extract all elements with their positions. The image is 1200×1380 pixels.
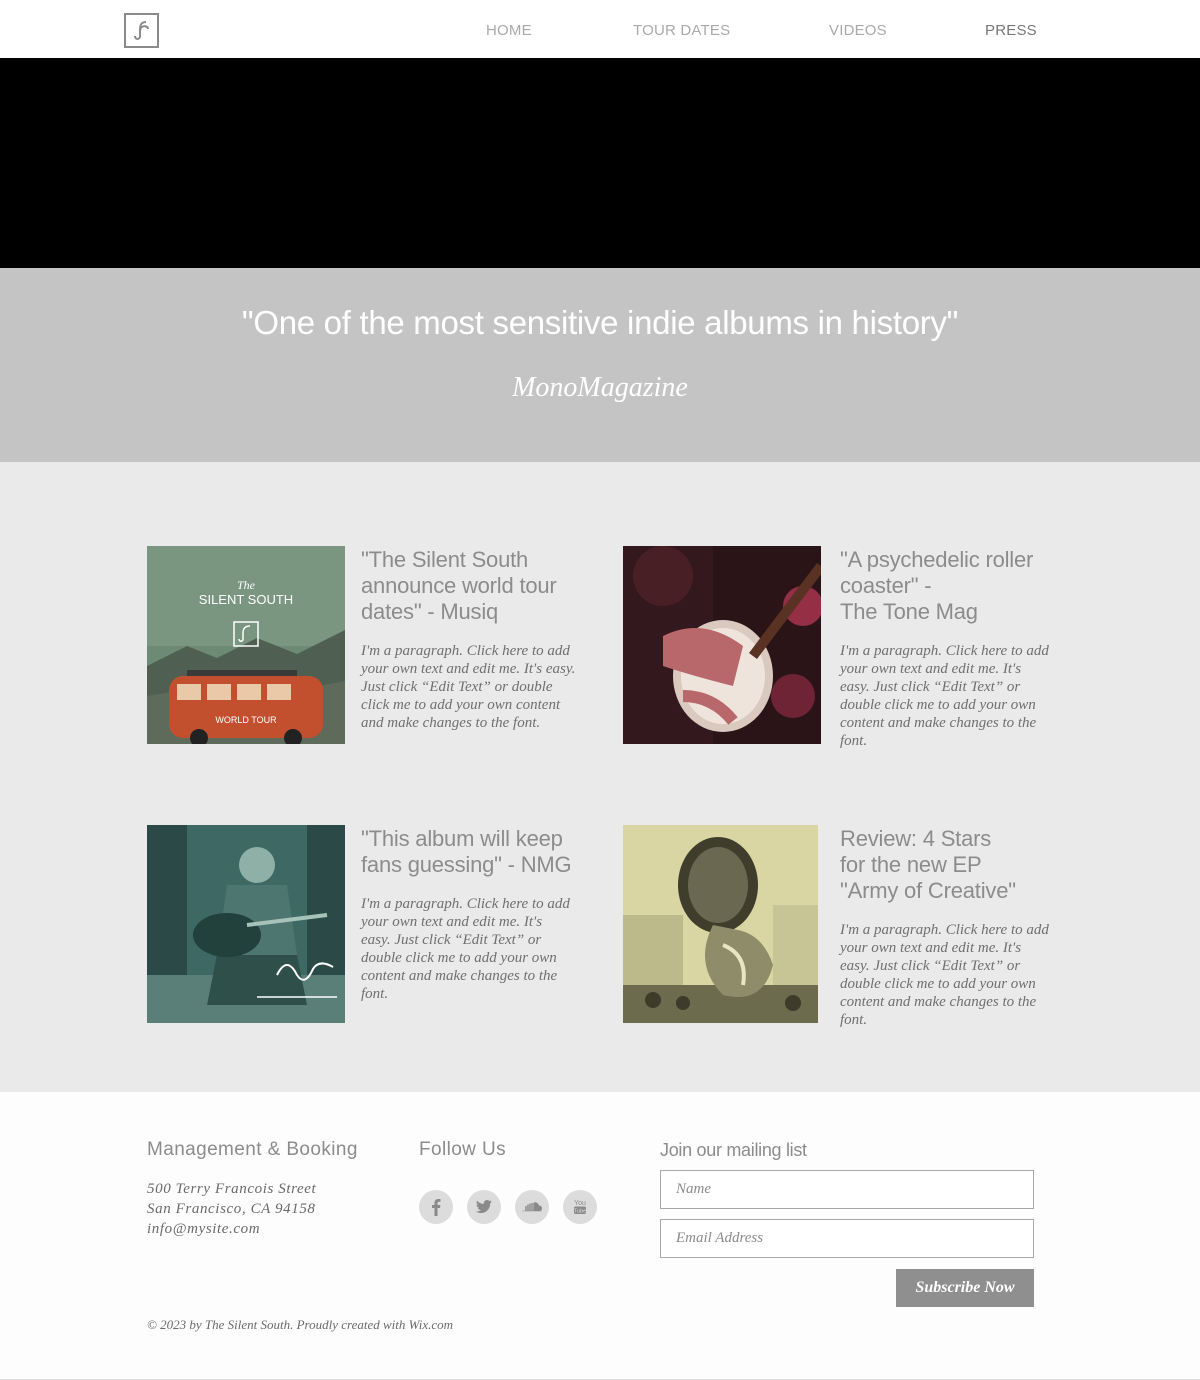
subscribe-button[interactable]: Subscribe Now [896, 1269, 1034, 1307]
banjo-player-image[interactable] [623, 546, 821, 744]
card-body-line: content and make changes to the [361, 968, 558, 984]
card-title-line: Review: 4 Stars [840, 826, 992, 851]
card-body-line: I'm a paragraph. Click here to add [840, 643, 1049, 659]
quote-source: MonoMagazine [512, 372, 688, 403]
nav-tour-dates[interactable]: TOUR DATES [633, 22, 730, 39]
hero-video-area[interactable] [0, 58, 1200, 268]
follow-heading: Follow Us [419, 1139, 507, 1160]
management-heading: Management & Booking [147, 1139, 358, 1160]
card-paragraph: I'm a paragraph. Click here to add your … [361, 895, 606, 1003]
card-body-line: I'm a paragraph. Click here to add [840, 922, 1049, 938]
site-logo[interactable] [124, 13, 159, 48]
card-title[interactable]: "This album will keep fans guessing" - N… [361, 826, 601, 878]
card-title-line: "A psychedelic roller [840, 547, 1034, 572]
card-body-line: double click me to add your own [361, 950, 557, 966]
soundcloud-icon[interactable] [515, 1190, 549, 1224]
card-body-line: easy. Just click “Edit Text” or [840, 679, 1021, 695]
card-title-line: "The Silent South [361, 547, 529, 572]
card-title-line: "This album will keep [361, 826, 563, 851]
card-body-line: easy. Just click “Edit Text” or [840, 958, 1021, 974]
card-title-line: for the new EP [840, 852, 982, 877]
facebook-icon[interactable] [419, 1190, 453, 1224]
twitter-icon[interactable] [467, 1190, 501, 1224]
card-body-line: I'm a paragraph. Click here to add [361, 896, 570, 912]
album-cover-image[interactable]: The SILENT SOUTH WORLD TOUR [147, 546, 345, 744]
card-body-line: your own text and edit me. It's easy. [361, 661, 576, 677]
card-body-line: your own text and edit me. It's [840, 940, 1022, 956]
card-body-line: content and make changes to the [840, 994, 1037, 1010]
site-header: HOME TOUR DATES VIDEOS PRESS [0, 0, 1200, 58]
address-block: 500 Terry Francois Street San Francisco,… [147, 1179, 316, 1239]
copyright-text: © 2023 by The Silent South. Proudly crea… [147, 1317, 454, 1332]
logo-mark-icon [134, 21, 149, 40]
card-body-line: click me to add your own content [361, 697, 561, 713]
card-title-line: dates" - Musiq [361, 599, 499, 624]
card-body-line: your own text and edit me. It's [840, 661, 1022, 677]
card-body-line: and make changes to the font. [361, 715, 541, 731]
card-body-line: easy. Just click “Edit Text” or [361, 932, 542, 948]
card-title-line: "Army of Creative" [840, 878, 1016, 903]
card-paragraph: I'm a paragraph. Click here to add your … [361, 642, 606, 732]
cover-tour-text: WORLD TOUR [215, 715, 277, 725]
card-title-line: fans guessing" - NMG [361, 852, 572, 877]
guitarist-image[interactable] [147, 825, 345, 1023]
svg-text:Tube: Tube [574, 1209, 586, 1215]
card-body-line: double click me to add your own [840, 697, 1036, 713]
card-title[interactable]: Review: 4 Stars for the new EP "Army of … [840, 826, 1080, 904]
card-body-line: Just click “Edit Text” or double [361, 679, 553, 695]
cover-title-text: SILENT SOUTH [199, 592, 293, 607]
email-field[interactable] [660, 1219, 1034, 1258]
card-body-line: your own text and edit me. It's [361, 914, 543, 930]
card-title-line: coaster" - [840, 573, 932, 598]
card-body-line: I'm a paragraph. Click here to add [361, 643, 570, 659]
card-paragraph: I'm a paragraph. Click here to add your … [840, 921, 1085, 1029]
press-quote: "One of the most sensitive indie albums … [241, 304, 959, 341]
card-title-line: announce world tour [361, 573, 557, 598]
card-paragraph: I'm a paragraph. Click here to add your … [840, 642, 1085, 750]
tuba-player-image[interactable] [623, 825, 818, 1023]
card-body-line: font. [361, 986, 389, 1002]
name-field[interactable] [660, 1170, 1034, 1209]
card-title[interactable]: "A psychedelic roller coaster" - The Ton… [840, 547, 1080, 625]
card-body-line: double click me to add your own [840, 976, 1036, 992]
card-body-line: content and make changes to the [840, 715, 1037, 731]
card-body-line: font. [840, 733, 868, 749]
card-title[interactable]: "The Silent South announce world tour da… [361, 547, 601, 625]
nav-home[interactable]: HOME [486, 22, 532, 39]
card-title-line: The Tone Mag [840, 599, 978, 624]
nav-videos[interactable]: VIDEOS [829, 22, 887, 39]
youtube-icon[interactable]: You Tube [563, 1190, 597, 1224]
contact-email-link[interactable]: info@mysite.com [147, 1219, 316, 1239]
card-body-line: font. [840, 1012, 868, 1028]
address-line: 500 Terry Francois Street [147, 1181, 317, 1197]
mailing-list-heading: Join our mailing list [660, 1140, 807, 1160]
cover-the-text: The [237, 578, 256, 592]
address-line: San Francisco, CA 94158 [147, 1201, 316, 1217]
quote-band: "One of the most sensitive indie albums … [0, 268, 1200, 462]
nav-press[interactable]: PRESS [985, 22, 1037, 39]
svg-text:You: You [574, 1200, 586, 1207]
